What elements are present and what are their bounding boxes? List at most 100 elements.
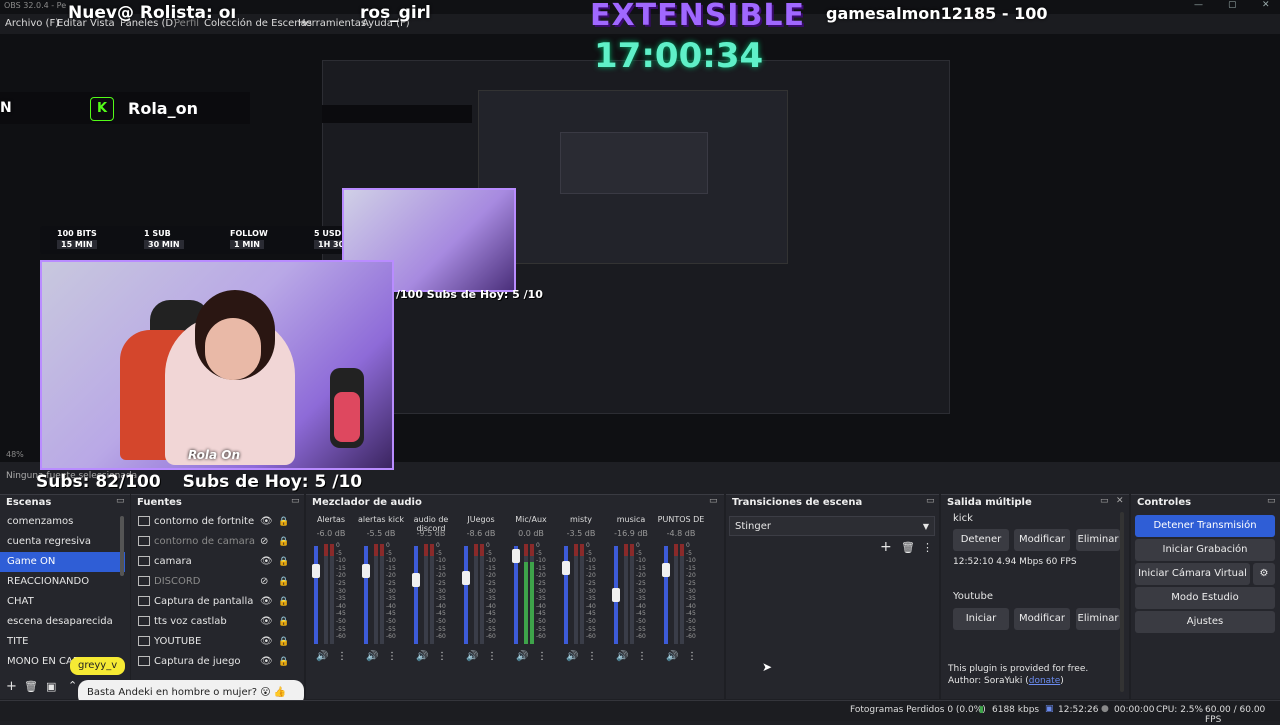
dock-options-icon[interactable]: ▭ (291, 496, 300, 506)
transition-select[interactable]: Stinger ▼ (729, 516, 935, 536)
dock-options-icon[interactable]: ▭ (1100, 496, 1109, 506)
virtual-camera-settings-icon[interactable]: ⚙ (1253, 563, 1275, 585)
source-type-icon (138, 636, 150, 646)
donate-link[interactable]: donate (1029, 676, 1061, 686)
stop-streaming-button[interactable]: Detener Transmisión (1135, 515, 1275, 537)
close-window-button[interactable]: ✕ (1262, 0, 1270, 10)
meter-scale-tick: -20 (686, 572, 696, 580)
visibility-eye-icon[interactable]: 👁 (260, 652, 273, 672)
mute-speaker-icon[interactable]: 🔊 (516, 651, 528, 662)
source-item[interactable]: contorno de camara ⊘ 🔒 (138, 532, 289, 552)
channel-options-icon[interactable]: ⋮ (437, 651, 447, 662)
close-dock-icon[interactable]: ✕ (1116, 496, 1124, 506)
minimize-button[interactable]: — (1194, 0, 1203, 10)
dock-options-icon[interactable]: ▭ (1267, 496, 1276, 506)
add-scene-icon[interactable]: + (6, 679, 17, 694)
kick-stop-button[interactable]: Detener (953, 529, 1009, 551)
youtube-remove-button[interactable]: Eliminar (1076, 608, 1120, 630)
channel-options-icon[interactable]: ⋮ (387, 651, 397, 662)
visibility-eye-icon[interactable]: 👁 (260, 592, 273, 612)
channel-options-icon[interactable]: ⋮ (687, 651, 697, 662)
hidden-eye-icon[interactable]: ⊘ (260, 572, 268, 592)
start-virtual-camera-button[interactable]: Iniciar Cámara Virtual (1135, 563, 1250, 585)
scene-item[interactable]: escena desaparecida (0, 612, 125, 632)
kick-remove-button[interactable]: Eliminar (1076, 529, 1120, 551)
mixer-fader-track[interactable] (314, 546, 318, 644)
kick-output-stats: 12:52:10 4.94 Mbps 60 FPS (953, 557, 1077, 567)
mixer-fader-knob[interactable] (662, 562, 670, 577)
channel-options-icon[interactable]: ⋮ (537, 651, 547, 662)
mixer-fader-knob[interactable] (612, 588, 620, 602)
mixer-fader-track[interactable] (464, 546, 468, 644)
studio-mode-button[interactable]: Modo Estudio (1135, 587, 1275, 609)
visibility-eye-icon[interactable]: 👁 (260, 632, 273, 652)
channel-options-icon[interactable]: ⋮ (637, 651, 647, 662)
scene-filters-icon[interactable]: ▣ (46, 680, 56, 693)
lock-icon[interactable]: 🔒 (278, 572, 289, 592)
source-item[interactable]: DISCORD ⊘ 🔒 (138, 572, 289, 592)
mute-speaker-icon[interactable]: 🔊 (616, 651, 628, 662)
add-transition-icon[interactable]: + (880, 539, 892, 555)
dock-options-icon[interactable]: ▭ (926, 496, 935, 506)
mute-speaker-icon[interactable]: 🔊 (466, 651, 478, 662)
scene-item[interactable]: TITE (0, 632, 125, 652)
source-item[interactable]: camara 👁 🔒 (138, 552, 289, 572)
source-item[interactable]: Captura de juego 👁 🔒 (138, 652, 289, 672)
menu-archivo[interactable]: Archivo (F) (5, 18, 59, 29)
visibility-eye-icon[interactable]: 👁 (260, 552, 273, 572)
source-item[interactable]: contorno de fortnite 👁 🔒 (138, 512, 289, 532)
channel-options-icon[interactable]: ⋮ (337, 651, 347, 662)
transition-options-icon[interactable]: ⋮ (922, 541, 933, 554)
lock-icon[interactable]: 🔒 (278, 592, 289, 612)
menu-herramientas[interactable]: Herramientas (298, 18, 366, 29)
mute-speaker-icon[interactable]: 🔊 (316, 651, 328, 662)
scene-item[interactable]: Game ON (0, 552, 125, 572)
lock-icon[interactable]: 🔒 (278, 632, 289, 652)
lock-icon[interactable]: 🔒 (278, 512, 289, 532)
mixer-fader-knob[interactable] (462, 571, 470, 586)
mixer-fader-knob[interactable] (362, 564, 370, 579)
move-up-icon[interactable]: ⌃ (68, 679, 77, 692)
mute-speaker-icon[interactable]: 🔊 (666, 651, 678, 662)
lock-icon[interactable]: 🔒 (278, 552, 289, 572)
dock-options-icon[interactable]: ▭ (709, 496, 718, 506)
kick-modify-button[interactable]: Modificar (1014, 529, 1070, 551)
mute-speaker-icon[interactable]: 🔊 (366, 651, 378, 662)
mixer-fader-track[interactable] (414, 546, 418, 644)
mixer-fader-knob[interactable] (562, 561, 570, 576)
mixer-fader-track[interactable] (364, 546, 368, 644)
meter-scale-tick: -20 (436, 572, 446, 580)
mute-speaker-icon[interactable]: 🔊 (566, 651, 578, 662)
delete-transition-icon[interactable]: 🗑 (901, 541, 915, 554)
lock-icon[interactable]: 🔒 (278, 532, 289, 552)
visibility-eye-icon[interactable]: 👁 (260, 612, 273, 632)
dock-options-icon[interactable]: ▭ (116, 496, 125, 506)
scene-item[interactable]: REACCIONANDO (0, 572, 125, 592)
source-item[interactable]: Captura de pantalla 👁 🔒 (138, 592, 289, 612)
mute-speaker-icon[interactable]: 🔊 (416, 651, 428, 662)
mixer-fader-knob[interactable] (312, 564, 320, 579)
youtube-start-button[interactable]: Iniciar (953, 608, 1009, 630)
scene-item[interactable]: comenzamos (0, 512, 125, 532)
youtube-modify-button[interactable]: Modificar (1014, 608, 1070, 630)
channel-options-icon[interactable]: ⋮ (487, 651, 497, 662)
mixer-fader-knob[interactable] (412, 572, 420, 587)
scene-item[interactable]: cuenta regresiva (0, 532, 125, 552)
mixer-fader-track[interactable] (664, 546, 668, 644)
scenes-scrollbar[interactable] (120, 516, 124, 576)
start-recording-button[interactable]: Iniciar Grabación (1135, 539, 1275, 561)
mixer-fader-knob[interactable] (512, 549, 520, 564)
meter-scale-tick: -15 (586, 564, 596, 572)
visibility-eye-icon[interactable]: 👁 (260, 512, 273, 532)
maximize-button[interactable]: ▢ (1228, 0, 1237, 10)
source-item[interactable]: YOUTUBE 👁 🔒 (138, 632, 289, 652)
lock-icon[interactable]: 🔒 (278, 612, 289, 632)
scene-item[interactable]: CHAT (0, 592, 125, 612)
settings-button[interactable]: Ajustes (1135, 611, 1275, 633)
delete-scene-icon[interactable]: 🗑 (24, 680, 38, 693)
multi-output-scrollbar[interactable] (1120, 512, 1124, 692)
hidden-eye-icon[interactable]: ⊘ (260, 532, 268, 552)
source-item[interactable]: tts voz castlab 👁 🔒 (138, 612, 289, 632)
lock-icon[interactable]: 🔒 (278, 652, 289, 672)
channel-options-icon[interactable]: ⋮ (587, 651, 597, 662)
